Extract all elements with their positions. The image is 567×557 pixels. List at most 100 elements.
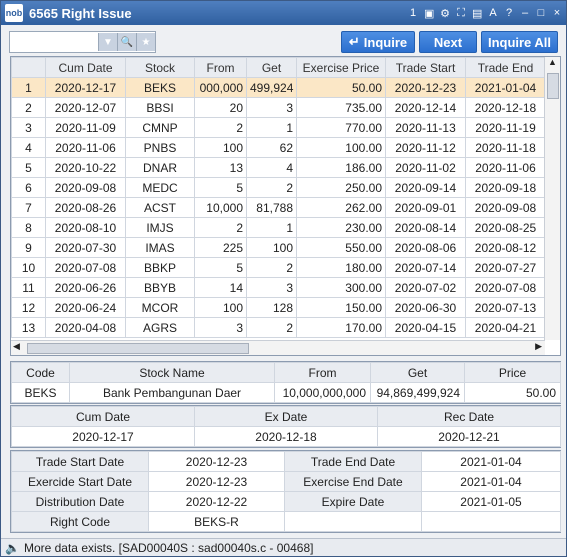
cell-trade-start: 2020-07-02 (385, 277, 466, 298)
detail-header-stock-name: Stock Name (69, 362, 275, 383)
cell-exercise-price: 50.00 (296, 77, 386, 98)
vertical-scrollbar[interactable]: ▲ (544, 57, 560, 340)
col-header-stock[interactable]: Stock (125, 57, 195, 78)
scroll-up-icon[interactable]: ▲ (545, 57, 560, 67)
title-bar: nob 6565 Right Issue 1 ▣ ⚙ ⛶ ▤ A? – □ × (1, 1, 566, 25)
toolbar: ▼ 🔍 ★ ↵ Inquire Next Inquire All (1, 25, 566, 59)
horizontal-scrollbar[interactable]: ◀ ▶ (11, 340, 545, 355)
scroll-left-icon[interactable]: ◀ (13, 341, 20, 352)
cell-stock: PNBS (125, 137, 195, 158)
titlebar-icon-9[interactable]: × (552, 7, 562, 20)
cell-trade-end: 2020-08-12 (465, 237, 546, 258)
cell-trade-end: 2020-12-18 (465, 97, 546, 118)
stock-search-input[interactable] (10, 33, 98, 51)
cell-rownum: 10 (11, 257, 46, 278)
dates-ex-date: 2020-12-18 (194, 426, 378, 447)
col-header-rownum[interactable] (11, 57, 46, 78)
table-row[interactable]: 4 2020-11-06 PNBS 100 62 100.00 2020-11-12 2020… (11, 137, 546, 158)
col-header-trade-end[interactable]: Trade End (465, 57, 546, 78)
enter-icon: ↵ (348, 34, 360, 49)
cell-trade-end: 2020-11-18 (465, 137, 546, 158)
cell-exercise-price: 300.00 (296, 277, 386, 298)
cell-exercise-price: 770.00 (296, 117, 386, 138)
search-icon[interactable]: 🔍 (117, 33, 136, 51)
status-bar: 🔈 More data exists. [SAD00040S : sad0004… (1, 538, 566, 556)
table-row[interactable]: 7 2020-08-26 ACST 10,000 81,788 262.00 2020-09… (11, 197, 546, 218)
col-header-trade-start[interactable]: Trade Start (385, 57, 466, 78)
cell-exercise-price: 170.00 (296, 317, 386, 338)
titlebar-icon-1[interactable]: ▣ (424, 7, 434, 20)
table-row[interactable]: 3 2020-11-09 CMNP 2 1 770.00 2020-11-13 2020-11… (11, 117, 546, 138)
title-bar-icons: 1 ▣ ⚙ ⛶ ▤ A? – □ × (408, 7, 562, 20)
stock-detail-panel: Code Stock Name From Get Price BEKS Bank… (10, 361, 561, 404)
titlebar-icon-2[interactable]: ⚙ (440, 7, 450, 20)
table-row[interactable]: 13 2020-04-08 AGRS 3 2 170.00 2020-04-15 2020-0… (11, 317, 546, 338)
col-header-from[interactable]: From (194, 57, 247, 78)
col-header-get[interactable]: Get (246, 57, 297, 78)
inquire-all-button[interactable]: Inquire All (481, 31, 558, 53)
horizontal-scroll-thumb[interactable] (27, 343, 249, 354)
cell-trade-start: 2020-11-02 (385, 157, 466, 178)
scroll-right-icon[interactable]: ▶ (535, 341, 542, 352)
trade-start-label: Trade Start Date (11, 451, 149, 472)
table-row[interactable]: 2 2020-12-07 BBSI 20 3 735.00 2020-12-14 2020-1… (11, 97, 546, 118)
table-row[interactable]: 1 2020-12-17 BEKS 000,000 499,924 50.00 2020-1… (11, 77, 546, 98)
cell-from: 000,000 (194, 77, 247, 98)
exercise-start-label: Exercide Start Date (11, 471, 149, 492)
cell-get: 2 (246, 177, 297, 198)
titlebar-icon-3[interactable]: ⛶ (456, 7, 466, 20)
cell-trade-end: 2020-07-13 (465, 297, 546, 318)
dropdown-icon[interactable]: ▼ (98, 33, 117, 51)
table-row[interactable]: 6 2020-09-08 MEDC 5 2 250.00 2020-09-14 2020-09… (11, 177, 546, 198)
cell-get: 2 (246, 317, 297, 338)
col-header-cum-date[interactable]: Cum Date (45, 57, 126, 78)
grid-header-row: Cum Date Stock From Get Exercise Price T… (11, 57, 546, 78)
dates-header-ex-date: Ex Date (194, 406, 378, 427)
cell-from: 10,000 (194, 197, 247, 218)
cell-from: 2 (194, 217, 247, 238)
table-row[interactable]: 11 2020-06-26 BBYB 14 3 300.00 2020-07-02 2020-… (11, 277, 546, 298)
trade-start-value: 2020-12-23 (148, 451, 285, 472)
table-row[interactable]: 9 2020-07-30 IMAS 225 100 550.00 2020-08-06 202… (11, 237, 546, 258)
star-icon[interactable]: ★ (136, 33, 155, 51)
cell-exercise-price: 250.00 (296, 177, 386, 198)
cell-trade-start: 2020-04-15 (385, 317, 466, 338)
titlebar-icon-5[interactable]: A (488, 7, 498, 20)
cell-cum-date: 2020-08-26 (45, 197, 126, 218)
next-button[interactable]: Next (419, 31, 477, 53)
titlebar-icon-4[interactable]: ▤ (472, 7, 482, 20)
col-header-exercise-price[interactable]: Exercise Price (296, 57, 386, 78)
cell-exercise-price: 550.00 (296, 237, 386, 258)
cell-from: 13 (194, 157, 247, 178)
cell-exercise-price: 230.00 (296, 217, 386, 238)
detail-price: 50.00 (464, 382, 561, 403)
exercise-end-value: 2021-01-04 (421, 471, 561, 492)
cell-trade-end: 2021-01-04 (465, 77, 546, 98)
cell-get: 4 (246, 157, 297, 178)
table-row[interactable]: 8 2020-08-10 IMJS 2 1 230.00 2020-08-14 2020-08… (11, 217, 546, 238)
titlebar-icon-6[interactable]: ? (504, 7, 514, 20)
exercise-start-value: 2020-12-23 (148, 471, 285, 492)
empty-cell (421, 511, 561, 532)
cell-from: 100 (194, 297, 247, 318)
titlebar-icon-7[interactable]: – (520, 7, 530, 20)
vertical-scroll-thumb[interactable] (547, 73, 559, 99)
detail-header-from: From (274, 362, 371, 383)
app-logo: nob (5, 4, 23, 22)
table-row[interactable]: 10 2020-07-08 BBKP 5 2 180.00 2020-07-14 2020-0… (11, 257, 546, 278)
detail-header-code: Code (11, 362, 70, 383)
expire-label: Expire Date (284, 491, 422, 512)
detail-from: 10,000,000,000 (274, 382, 371, 403)
cell-from: 100 (194, 137, 247, 158)
right-info-table: Trade Start Date 2020-12-23 Trade End Da… (11, 451, 561, 532)
table-row[interactable]: 5 2020-10-22 DNAR 13 4 186.00 2020-11-02 2020-1… (11, 157, 546, 178)
cell-rownum: 6 (11, 177, 46, 198)
cell-trade-start: 2020-07-14 (385, 257, 466, 278)
titlebar-icon-0[interactable]: 1 (408, 7, 418, 20)
titlebar-icon-8[interactable]: □ (536, 7, 546, 20)
table-row[interactable]: 12 2020-06-24 MCOR 100 128 150.00 2020-06-30 20… (11, 297, 546, 318)
inquire-button[interactable]: ↵ Inquire (341, 31, 415, 53)
cell-exercise-price: 100.00 (296, 137, 386, 158)
right-info-panel: Trade Start Date 2020-12-23 Trade End Da… (10, 450, 561, 533)
detail-get: 94,869,499,924 (370, 382, 465, 403)
